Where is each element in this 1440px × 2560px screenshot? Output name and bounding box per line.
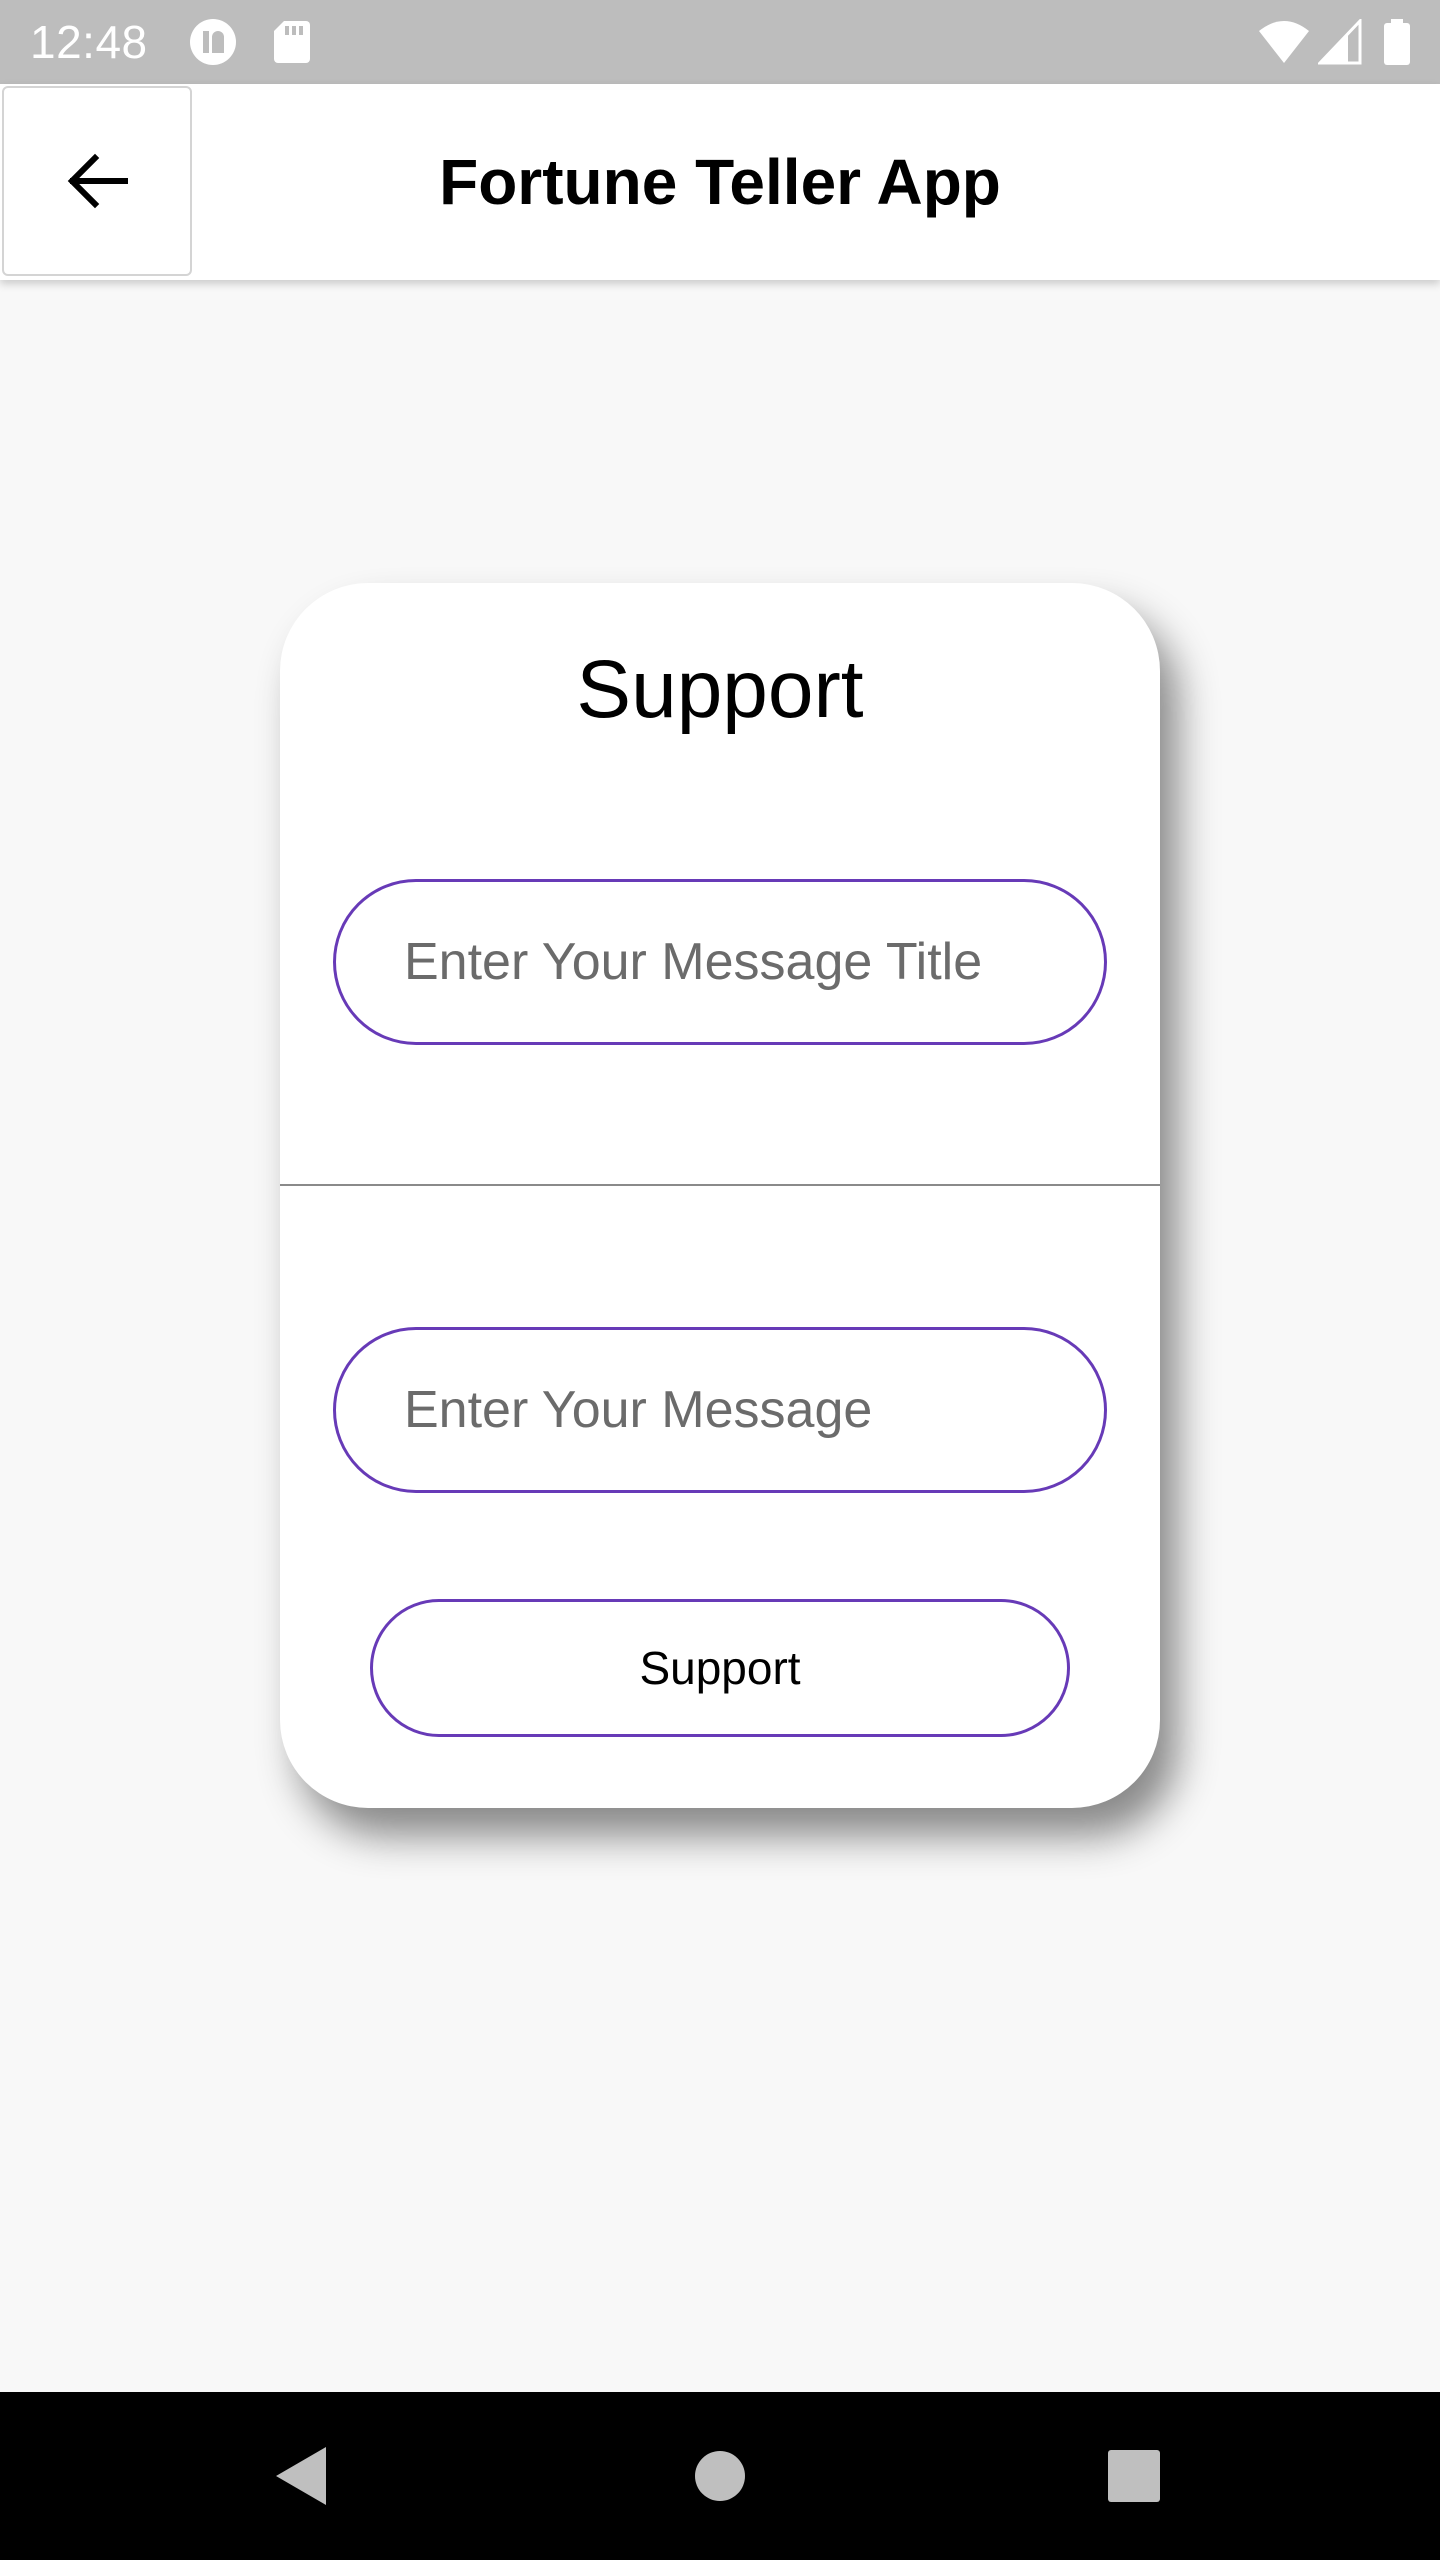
app-bar: Fortune Teller App: [0, 84, 1440, 280]
cell-signal-icon: [1316, 17, 1364, 65]
card-title: Support: [576, 644, 864, 735]
support-button[interactable]: Support: [370, 1599, 1070, 1737]
divider: [280, 1184, 1160, 1186]
support-card: Support Support: [280, 583, 1160, 1808]
message-title-input[interactable]: [333, 879, 1107, 1045]
nav-back-icon: [272, 2445, 328, 2507]
wifi-icon: [1258, 19, 1310, 65]
navigation-bar: [0, 2392, 1440, 2560]
notification-icon: [190, 19, 236, 65]
nav-back-button[interactable]: [220, 2392, 380, 2560]
arrow-back-icon: [65, 153, 129, 209]
nav-home-button[interactable]: [640, 2392, 800, 2560]
page-title: Fortune Teller App: [439, 146, 1001, 218]
status-bar: 12:48: [0, 0, 1440, 84]
sd-card-icon: [272, 19, 318, 65]
nav-recents-icon: [1107, 2449, 1161, 2503]
nav-home-icon: [694, 2450, 746, 2502]
message-input[interactable]: [333, 1327, 1107, 1493]
battery-icon: [1382, 19, 1412, 65]
status-time: 12:48: [30, 16, 148, 68]
nav-recents-button[interactable]: [1054, 2392, 1214, 2560]
back-button[interactable]: [2, 86, 192, 276]
